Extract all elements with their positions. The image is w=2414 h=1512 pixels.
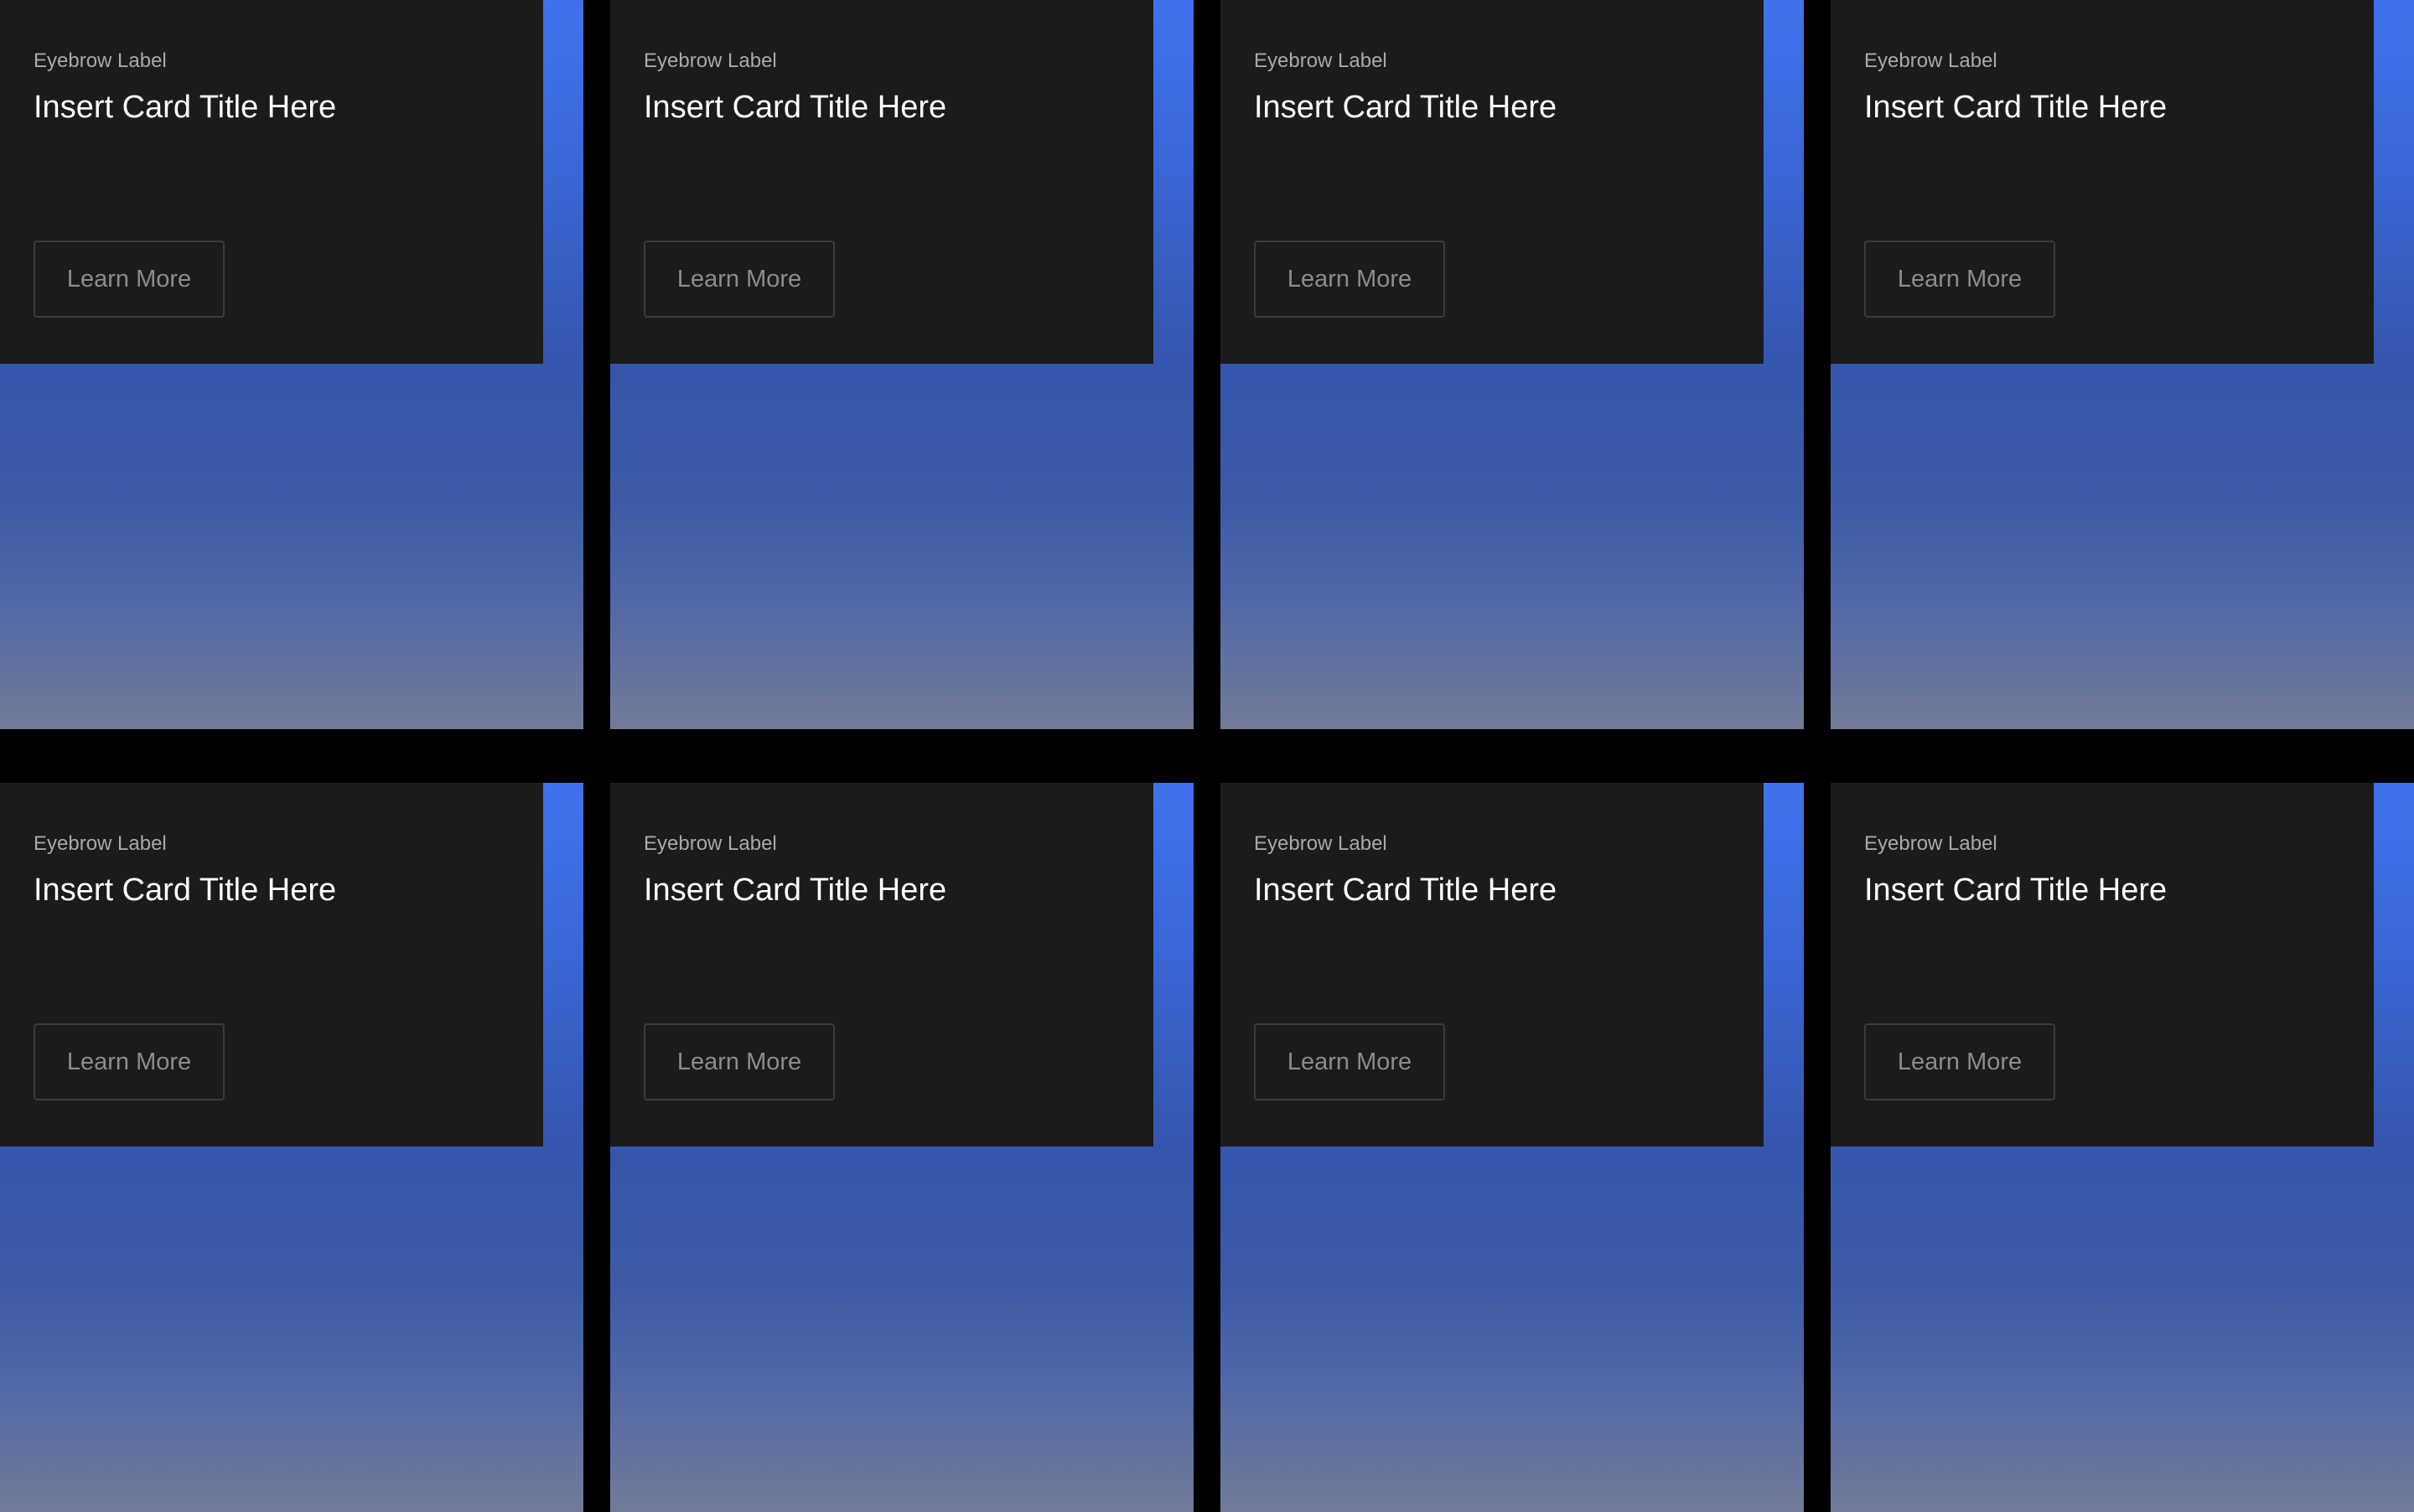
card-grid: Eyebrow Label Insert Card Title Here Lea… xyxy=(0,0,2414,1512)
learn-more-button[interactable]: Learn More xyxy=(1254,241,1445,318)
card-eyebrow: Eyebrow Label xyxy=(1254,832,1387,855)
card-panel: Eyebrow Label Insert Card Title Here Lea… xyxy=(0,783,543,1147)
card-panel: Eyebrow Label Insert Card Title Here Lea… xyxy=(1831,783,2374,1147)
card-title: Insert Card Title Here xyxy=(34,873,337,908)
card-eyebrow: Eyebrow Label xyxy=(1864,49,1997,72)
card: Eyebrow Label Insert Card Title Here Lea… xyxy=(1220,0,1804,729)
card: Eyebrow Label Insert Card Title Here Lea… xyxy=(610,783,1194,1512)
learn-more-button[interactable]: Learn More xyxy=(644,1023,835,1100)
learn-more-button[interactable]: Learn More xyxy=(34,1023,225,1100)
card: Eyebrow Label Insert Card Title Here Lea… xyxy=(1831,0,2414,729)
card: Eyebrow Label Insert Card Title Here Lea… xyxy=(610,0,1194,729)
card-title: Insert Card Title Here xyxy=(1254,90,1557,125)
card: Eyebrow Label Insert Card Title Here Lea… xyxy=(0,783,583,1512)
card-panel: Eyebrow Label Insert Card Title Here Lea… xyxy=(0,0,543,364)
learn-more-button[interactable]: Learn More xyxy=(1254,1023,1445,1100)
card-panel: Eyebrow Label Insert Card Title Here Lea… xyxy=(1220,0,1764,364)
card-title: Insert Card Title Here xyxy=(34,90,337,125)
card-title: Insert Card Title Here xyxy=(644,873,947,908)
card: Eyebrow Label Insert Card Title Here Lea… xyxy=(0,0,583,729)
card-panel: Eyebrow Label Insert Card Title Here Lea… xyxy=(610,0,1153,364)
card-eyebrow: Eyebrow Label xyxy=(644,832,777,855)
learn-more-button[interactable]: Learn More xyxy=(1864,241,2055,318)
card-title: Insert Card Title Here xyxy=(1864,90,2168,125)
card-panel: Eyebrow Label Insert Card Title Here Lea… xyxy=(610,783,1153,1147)
card: Eyebrow Label Insert Card Title Here Lea… xyxy=(1831,783,2414,1512)
learn-more-button[interactable]: Learn More xyxy=(34,241,225,318)
card-title: Insert Card Title Here xyxy=(1254,873,1557,908)
learn-more-button[interactable]: Learn More xyxy=(1864,1023,2055,1100)
card-panel: Eyebrow Label Insert Card Title Here Lea… xyxy=(1831,0,2374,364)
card-eyebrow: Eyebrow Label xyxy=(34,832,167,855)
card: Eyebrow Label Insert Card Title Here Lea… xyxy=(1220,783,1804,1512)
card-eyebrow: Eyebrow Label xyxy=(34,49,167,72)
learn-more-button[interactable]: Learn More xyxy=(644,241,835,318)
card-eyebrow: Eyebrow Label xyxy=(1254,49,1387,72)
card-panel: Eyebrow Label Insert Card Title Here Lea… xyxy=(1220,783,1764,1147)
card-title: Insert Card Title Here xyxy=(1864,873,2168,908)
card-eyebrow: Eyebrow Label xyxy=(1864,832,1997,855)
card-eyebrow: Eyebrow Label xyxy=(644,49,777,72)
card-title: Insert Card Title Here xyxy=(644,90,947,125)
